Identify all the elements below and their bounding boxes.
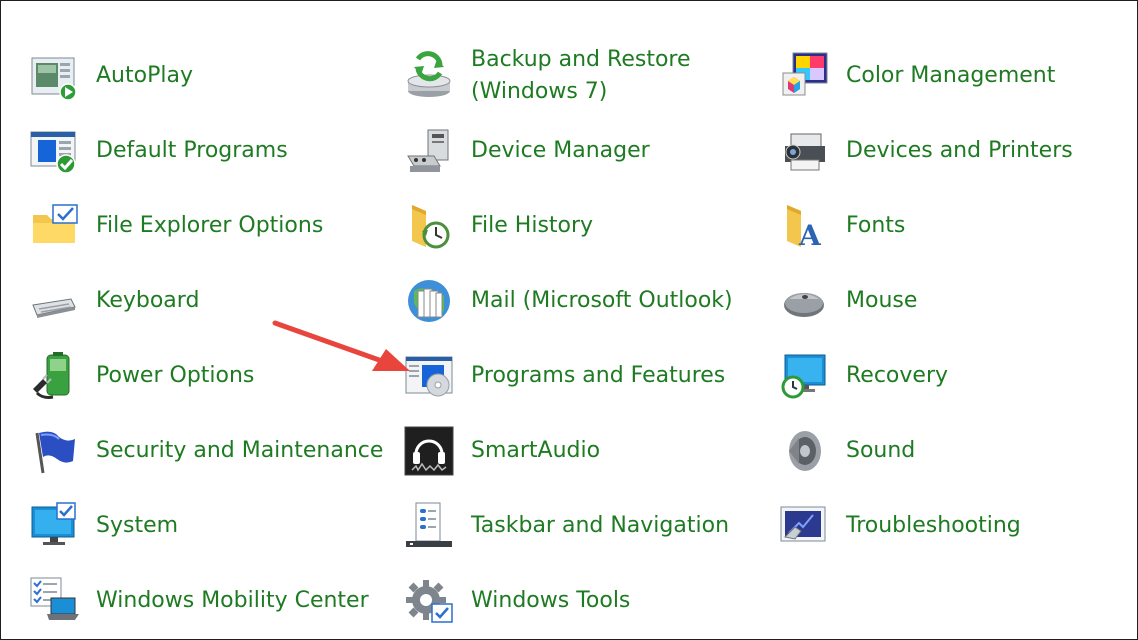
default-programs-icon (29, 127, 79, 177)
item-label[interactable]: Device Manager (471, 135, 650, 167)
item-label[interactable]: SmartAudio (471, 435, 600, 467)
item-label[interactable]: Recovery (846, 360, 948, 392)
color-management-icon (779, 51, 829, 101)
item-label[interactable]: Windows Mobility Center (96, 585, 369, 617)
security-maintenance-icon (29, 427, 79, 477)
item-label[interactable]: Security and Maintenance (96, 435, 383, 467)
autoplay-icon (29, 53, 79, 103)
sound-icon (779, 426, 829, 476)
file-explorer-options-icon (29, 201, 79, 251)
item-label[interactable]: System (96, 510, 178, 542)
item-label[interactable]: File History (471, 210, 593, 242)
item-label[interactable]: Sound (846, 435, 915, 467)
item-label[interactable]: File Explorer Options (96, 210, 323, 242)
programs-features-icon (404, 351, 454, 401)
taskbar-navigation-icon (404, 501, 454, 551)
devices-printers-icon (779, 126, 829, 176)
windows-mobility-center-icon (29, 576, 79, 626)
mail-icon (404, 277, 454, 327)
troubleshooting-icon (779, 501, 829, 551)
item-label[interactable]: Programs and Features (471, 360, 725, 392)
windows-tools-icon (404, 576, 454, 626)
fonts-icon: A (779, 201, 829, 251)
item-label[interactable]: Mail (Microsoft Outlook) (471, 285, 733, 317)
item-label[interactable]: Default Programs (96, 135, 288, 167)
recovery-icon (779, 351, 829, 401)
item-label[interactable]: Keyboard (96, 285, 199, 317)
device-manager-icon (404, 126, 454, 176)
system-icon (29, 501, 79, 551)
item-label[interactable]: Power Options (96, 360, 254, 392)
item-label[interactable]: Backup and Restore (471, 44, 691, 76)
item-label[interactable]: Devices and Printers (846, 135, 1073, 167)
mouse-icon (779, 277, 829, 327)
file-history-icon (404, 201, 454, 251)
item-label[interactable]: Troubleshooting (846, 510, 1021, 542)
control-panel-all-items: AutoPlay Backup and Restore (Windows 7) … (0, 0, 1138, 640)
item-label[interactable]: Mouse (846, 285, 917, 317)
item-label-line2[interactable]: (Windows 7) (471, 76, 607, 108)
keyboard-icon (29, 277, 79, 327)
svg-text:A: A (798, 219, 822, 251)
item-label[interactable]: Taskbar and Navigation (471, 510, 729, 542)
item-label[interactable]: Color Management (846, 60, 1055, 92)
smartaudio-icon (404, 426, 454, 476)
item-label[interactable]: Fonts (846, 210, 905, 242)
power-options-icon (29, 351, 79, 401)
backup-restore-icon (404, 51, 454, 101)
item-label[interactable]: AutoPlay (96, 60, 193, 92)
item-label[interactable]: Windows Tools (471, 585, 630, 617)
